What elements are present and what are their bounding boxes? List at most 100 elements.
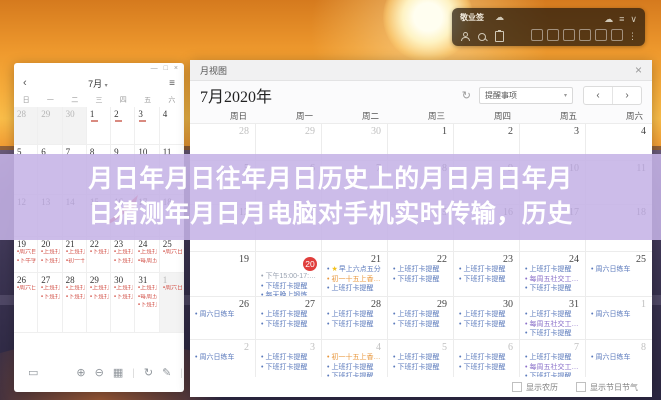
reminder-dropdown[interactable]: 提醒事项 ▾ [479,87,573,104]
calendar-event[interactable]: •下班打卡提醒 [393,320,449,330]
mini-event[interactable]: •周六日练.. [17,285,36,293]
search-icon[interactable] [478,33,486,41]
calendar-event[interactable]: •上班打卡提醒 [327,363,383,373]
mini-event[interactable]: •周六日练.. [163,285,183,293]
day-cell[interactable]: 31•上班打卡提醒•每周五社交工作总结•下班打卡提醒 [520,297,586,339]
day-cell[interactable]: 22•上班打卡提醒•下班打卡提醒 [388,252,454,296]
mini-event[interactable]: •上班打卡.. [66,285,85,293]
calendar-event[interactable]: •上班打卡提醒 [261,353,317,363]
mini-day-cell[interactable]: 22•下班打卡.. [87,237,111,273]
calendar-event[interactable]: •下班打卡提醒 [327,320,383,330]
calendar-event[interactable]: •上班打卡提醒 [393,353,449,363]
app-shortcut-icon[interactable] [531,29,543,41]
mini-day-cell[interactable]: 29•上班打卡..•下班打卡.. [87,273,111,333]
mini-event[interactable]: •每周五总.. [138,294,157,302]
mini-day-cell[interactable]: 29 [38,107,62,145]
day-cell[interactable]: 6•上班打卡提醒•下班打卡提醒 [454,340,520,377]
calendar-event[interactable]: •下班打卡提醒 [261,363,317,373]
mini-day-cell[interactable]: 1•周六日练.. [160,273,184,333]
mini-day-cell[interactable]: 21•上班打卡..•初一十五.. [63,237,87,273]
mini-event[interactable]: •周六自练.. [17,249,36,257]
app-shortcut-icon[interactable] [595,29,607,41]
calendar-event[interactable]: •下班打卡提醒 [261,282,317,292]
app-shortcut-icon[interactable] [611,29,623,41]
mini-day-cell[interactable]: 31•上班打卡..•每周五总..•下班打卡.. [135,273,159,333]
calendar-event[interactable]: •周六日练车 [591,353,648,363]
mini-day-cell[interactable]: 2 [111,107,135,145]
mini-day-cell[interactable]: 20•上班打卡..•下班打卡.. [38,237,62,273]
calendar-event[interactable]: •下班打卡提醒 [525,372,581,377]
mini-day-cell[interactable]: 4 [160,107,184,145]
day-cell[interactable]: 4•初一十五上香提醒•上班打卡提醒•下班打卡提醒 [322,340,388,377]
mini-event[interactable]: •上班打卡.. [114,285,133,293]
day-cell[interactable]: 5•上班打卡提醒•下班打卡提醒 [388,340,454,377]
notes-floating-toolbar[interactable]: 敬业签 ☁ ☁≡∨ ⋮ [452,8,645,46]
refresh-icon[interactable]: ↻ [144,368,153,379]
mini-event[interactable]: •周六日练.. [163,249,183,257]
calendar-event[interactable]: •下班打卡提醒 [459,363,515,373]
footer-checkbox[interactable]: 显示节日节气 [576,382,638,393]
mini-event[interactable]: •上班打卡.. [41,285,60,293]
day-cell[interactable]: 24•上班打卡提醒•每周五社交工作总结•下班打卡提醒 [520,252,586,296]
mini-event[interactable]: •下班打卡.. [66,294,85,302]
calendar-event[interactable]: •上班打卡提醒 [525,265,581,275]
calendar-event[interactable]: •上班打卡提醒 [261,310,317,320]
mini-day-cell[interactable]: 28•上班打卡..•下班打卡.. [63,273,87,333]
day-cell[interactable]: 21•★早上六点五分•初一十五上香提醒•上班打卡提醒 [322,252,388,296]
more-icon[interactable]: ⋮ [628,31,637,42]
checkbox-icon[interactable] [576,382,586,392]
calendar-event[interactable]: •周六日练车 [591,265,648,275]
close-button[interactable]: × [174,65,178,72]
month-selector[interactable]: 7月 ▾ [27,77,169,90]
calendar-event[interactable]: •每周五社交工作总结 [525,320,581,330]
mini-event[interactable]: •下班打卡.. [138,302,157,310]
mini-event[interactable]: •下班打卡.. [114,258,133,266]
maximize-button[interactable]: □ [164,65,168,72]
calendar-event[interactable]: •下班打卡提醒 [261,320,317,330]
mini-event[interactable]: •下班打卡.. [90,294,109,302]
mini-event[interactable]: •下午学习.. [17,258,36,266]
zoom-out-icon[interactable]: ⊖ [95,368,104,379]
day-cell[interactable]: 26•周六日练车 [190,297,256,339]
day-cell[interactable]: 20•下午15:00-17:00打…•下班打卡提醒•每天晚上锻炼身体… [256,252,322,296]
calendar-event[interactable]: •下班打卡提醒 [327,372,383,377]
mini-event[interactable]: •上班打卡.. [41,249,60,257]
calendar-event[interactable]: •上班打卡提醒 [459,310,515,320]
clipboard-icon[interactable] [495,31,504,42]
mini-day-cell[interactable]: 24•上班打卡..•每周五总.. [135,237,159,273]
calendar-event[interactable]: •初一十五上香提醒 [327,275,383,285]
calendar-event[interactable]: •周六日练车 [591,310,648,320]
mini-day-cell[interactable]: 1 [87,107,111,145]
mini-day-cell[interactable]: 30•上班打卡..•下班打卡.. [111,273,135,333]
mini-event[interactable]: •上班打卡.. [138,249,157,257]
mini-event[interactable]: •每周五总.. [138,258,157,266]
zoom-in-icon[interactable]: ⊕ [76,368,85,379]
day-cell[interactable]: 27•上班打卡提醒•下班打卡提醒 [256,297,322,339]
calendar-event[interactable]: •下班打卡提醒 [525,284,581,294]
day-cell[interactable]: 2•周六日练车 [190,340,256,377]
day-cell[interactable]: 1•周六日练车 [586,297,652,339]
footer-checkbox[interactable]: 显示农历 [512,382,558,393]
day-cell[interactable]: 30•上班打卡提醒•下班打卡提醒 [454,297,520,339]
day-cell[interactable]: 25•周六日练车 [586,252,652,296]
day-cell[interactable]: 7•上班打卡提醒•每周五社交工作总结•下班打卡提醒 [520,340,586,377]
close-icon[interactable]: × [635,64,642,76]
calendar-event[interactable]: •下班打卡提醒 [525,329,581,339]
mini-day-cell[interactable]: 19•周六自练..•下午学习.. [14,237,38,273]
mini-day-cell[interactable]: 28 [14,107,38,145]
calendar-event[interactable]: •上班打卡提醒 [459,265,515,275]
user-icon[interactable] [460,32,469,41]
mini-event[interactable]: •初一十五.. [66,258,85,266]
image-icon[interactable]: ▦ [113,368,123,379]
mini-event[interactable]: •下班打卡.. [90,249,109,257]
calendar-event[interactable]: •下午15:00-17:00打… [261,272,317,282]
day-cell[interactable]: 19 [190,252,256,296]
cloud-icon[interactable]: ☁ [604,14,613,24]
mini-day-cell[interactable]: 30 [63,107,87,145]
mini-event[interactable]: •上班打卡.. [90,285,109,293]
calendar-event[interactable]: •上班打卡提醒 [327,310,383,320]
mini-event[interactable]: •上班打卡.. [66,249,85,257]
calendar-event[interactable]: •每天晚上锻炼身体… [261,291,317,296]
day-cell[interactable]: 3•上班打卡提醒•下班打卡提醒 [256,340,322,377]
mini-day-cell[interactable]: 26•周六日练.. [14,273,38,333]
